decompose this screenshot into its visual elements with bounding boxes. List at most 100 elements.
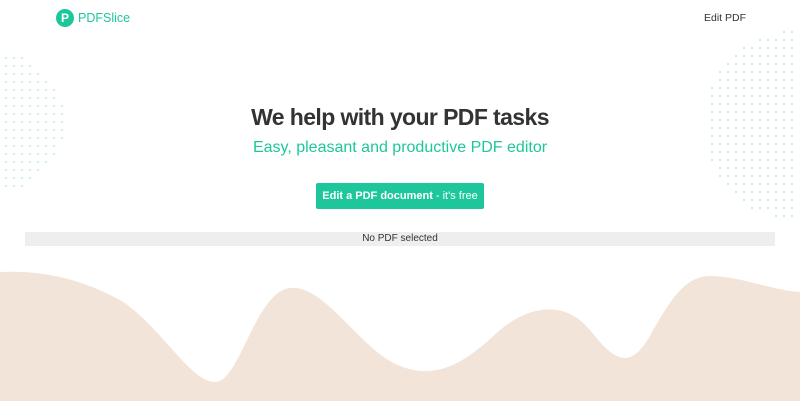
decor-dot [775,167,777,169]
decor-dot [21,57,23,59]
decor-dot [743,87,745,89]
hero-subtitle: Easy, pleasant and productive PDF editor [252,139,548,156]
decor-dot [791,63,793,65]
decor-dot [783,167,785,169]
decor-dot [21,81,23,83]
decor-dot [29,81,31,83]
decor-dot [21,89,23,91]
decor-dot [735,95,737,97]
decor-dot [767,183,769,185]
decor-dot [735,79,737,81]
decor-dot [735,183,737,185]
decor-dot [759,63,761,65]
decor-dot [791,47,793,49]
decor-dot [783,199,785,201]
decor-dot [37,89,39,91]
decor-dot [21,169,23,171]
decor-dot [727,159,729,161]
decor-dot [767,175,769,177]
decor-dot [45,81,47,83]
decor-dot [37,97,39,99]
decor-dot [29,97,31,99]
decor-dot [743,79,745,81]
decor-dot [735,71,737,73]
decor-dot [727,63,729,65]
decor-dot [751,55,753,57]
decor-dot [751,135,753,137]
brand-home-link[interactable]: P PDFSlice [56,8,130,28]
decor-dot [727,95,729,97]
decor-dot [775,55,777,57]
decor-dot [719,95,721,97]
decor-dot [775,63,777,65]
decor-dot [711,135,713,137]
decor-dot [21,161,23,163]
decor-dot [29,161,31,163]
decor-dot [37,81,39,83]
decor-dot [767,207,769,209]
decor-dot [727,175,729,177]
decor-dot [727,79,729,81]
decor-dot [5,81,7,83]
decor-dot [791,215,793,217]
decor-dot [783,191,785,193]
decor-dot [783,87,785,89]
decor-dot [767,71,769,73]
decor-dot [727,135,729,137]
decor-dot [719,135,721,137]
decor-dot [775,71,777,73]
decor-dot [751,87,753,89]
pdf-status-text: No PDF selected [362,233,438,244]
decor-dot [759,47,761,49]
decor-dot [5,161,7,163]
decor-dot [775,207,777,209]
decor-dot [775,191,777,193]
decor-dot [5,65,7,67]
edit-pdf-cta-button[interactable]: Edit a PDF document - it's free [316,183,484,209]
decor-dot [743,95,745,97]
decor-dot [37,73,39,75]
decor-dot [791,55,793,57]
decor-dot [791,175,793,177]
decor-dot [21,177,23,179]
decor-dot [783,95,785,97]
decor-dot [751,79,753,81]
decor-dot [29,89,31,91]
decor-dot [727,183,729,185]
decor-dot [735,87,737,89]
decor-dot [783,135,785,137]
decor-dot [791,207,793,209]
decor-dot [783,159,785,161]
decor-dot [791,79,793,81]
decor-dot [735,167,737,169]
decor-dot [13,81,15,83]
decor-dot [783,47,785,49]
decor-dot [711,87,713,89]
decor-dot [767,191,769,193]
decor-dot [13,65,15,67]
decor-dot [711,95,713,97]
decor-dot [711,159,713,161]
decor-dot [775,87,777,89]
decor-dot [759,95,761,97]
decor-dot [759,191,761,193]
decor-dot [29,169,31,171]
decor-dot [21,185,23,187]
decor-dot [735,159,737,161]
decor-dot [783,39,785,41]
decor-dot [759,71,761,73]
decor-dot [767,39,769,41]
decor-dot [751,167,753,169]
decor-dot [767,95,769,97]
decor-dot [735,191,737,193]
decor-dot [5,97,7,99]
hero-title: We help with your PDF tasks [251,104,549,130]
decor-dot [53,97,55,99]
decor-dot [759,207,761,209]
decor-dot [783,215,785,217]
decor-dot [767,47,769,49]
decor-dot [45,89,47,91]
decor-dot [759,199,761,201]
nav-edit-pdf-link[interactable]: Edit PDF [704,12,746,24]
decor-dot [791,71,793,73]
